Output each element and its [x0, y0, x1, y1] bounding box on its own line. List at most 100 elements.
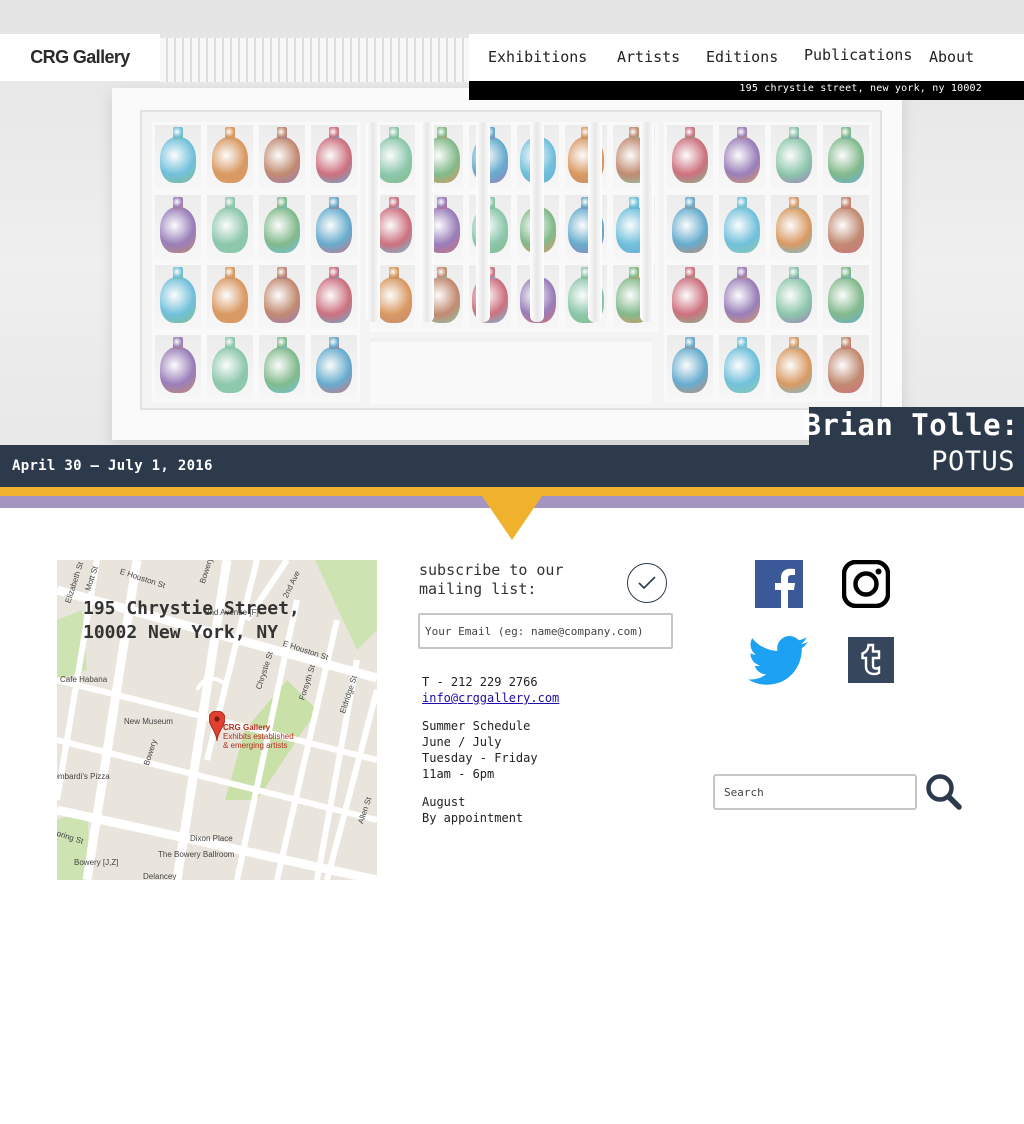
shelf-cell: [820, 192, 872, 262]
shelf-cell: [204, 332, 256, 402]
map-label: Lombardi's Pizza: [57, 772, 110, 781]
shelf-cell: [204, 122, 256, 192]
address-text: 195 chrystie street, new york, ny 10002: [739, 83, 982, 94]
checkmark-icon: [638, 576, 656, 590]
shelf-cell: [716, 122, 768, 192]
contact-info: T - 212 229 2766 info@crggallery.com Sum…: [422, 674, 559, 826]
bottle: [316, 336, 352, 393]
bottle: [776, 126, 812, 183]
shelf-cell: [204, 262, 256, 332]
shelf-cell: [716, 332, 768, 402]
subscribe-label-line2: mailing list:: [419, 580, 537, 598]
bottle: [212, 196, 248, 253]
map-label: Delancey: [143, 872, 177, 880]
search-icon[interactable]: [924, 772, 964, 812]
schedule-months: June / July: [422, 735, 502, 749]
bottle: [776, 196, 812, 253]
shelf-cell: [664, 332, 716, 402]
bottle: [264, 196, 300, 253]
map-pin-label: CRG Gallery Exhibits established & emerg…: [223, 723, 294, 750]
exhibition-subtitle[interactable]: POTUS: [931, 446, 1015, 477]
bottle: [672, 336, 708, 393]
bottle: [828, 126, 864, 183]
twitter-icon[interactable]: [748, 635, 808, 687]
shelf-cell: [716, 192, 768, 262]
bottle: [776, 266, 812, 323]
email-field[interactable]: [418, 613, 673, 649]
shelf-cell: [152, 122, 204, 192]
shelf-cell: [768, 192, 820, 262]
shelf-cell: [152, 332, 204, 402]
cabinet-column: [420, 122, 434, 322]
main-nav: Exhibitions Artists Editions Publication…: [469, 34, 1024, 81]
nav-publications[interactable]: Publications: [804, 46, 912, 64]
map-pin-desc-2: & emerging artists: [223, 741, 288, 750]
facebook-glyph: [775, 568, 795, 608]
map-label: Dixon Place: [190, 834, 233, 843]
bottle: [264, 336, 300, 393]
shelf-cell: [768, 262, 820, 332]
schedule-title: Summer Schedule: [422, 719, 531, 733]
nav-exhibitions[interactable]: Exhibitions: [488, 48, 587, 66]
exhibition-title[interactable]: Brian Tolle:: [803, 408, 1019, 442]
tumblr-icon[interactable]: [848, 637, 894, 683]
logo-text: CRG Gallery: [30, 47, 130, 67]
shelf-cell: [308, 332, 360, 402]
bottle: [316, 196, 352, 253]
bottle: [672, 266, 708, 323]
shelf-cell: [664, 122, 716, 192]
subscribe-label: subscribe to our mailing list:: [419, 561, 564, 599]
bottle: [160, 126, 196, 183]
shelf-cell: [152, 262, 204, 332]
cabinet-column: [640, 122, 654, 322]
bottle: [264, 266, 300, 323]
shelf-cell: [820, 122, 872, 192]
cabinet-balustrade: [160, 38, 470, 82]
bottle: [212, 336, 248, 393]
nav-editions[interactable]: Editions: [706, 48, 778, 66]
cabinet-columns: [358, 112, 658, 332]
nav-about[interactable]: About: [929, 48, 974, 66]
exhibition-band: April 30 — July 1, 2016: [0, 445, 1024, 487]
address-bar: 195 chrystie street, new york, ny 10002: [469, 81, 1024, 100]
shelf-cell: [256, 122, 308, 192]
schedule-hours: 11am - 6pm: [422, 767, 495, 781]
map-pin-desc-1: Exhibits established: [223, 732, 294, 741]
email-link[interactable]: info@crggallery.com: [422, 691, 559, 705]
map-label: 2nd Avenue [F]: [205, 608, 259, 617]
bottle: [672, 126, 708, 183]
nav-artists[interactable]: Artists: [617, 48, 680, 66]
august-note: By appointment: [422, 811, 524, 825]
bottle: [212, 266, 248, 323]
subscribe-submit-button[interactable]: [627, 563, 667, 603]
phone-number: T - 212 229 2766: [422, 675, 538, 689]
bottle: [160, 266, 196, 323]
bottle: [724, 196, 760, 253]
site-logo[interactable]: CRG Gallery: [0, 34, 160, 81]
cabinet-base: [370, 338, 652, 404]
shelf-cell: [256, 332, 308, 402]
bottle: [828, 336, 864, 393]
twitter-glyph: [748, 636, 808, 685]
shelf-cell: [204, 192, 256, 262]
bottle: [828, 266, 864, 323]
map-pin-title: CRG Gallery: [223, 723, 271, 732]
bottle: [724, 266, 760, 323]
shelf-cell: [768, 122, 820, 192]
shelf-cell: [768, 332, 820, 402]
shelf-cell: [308, 192, 360, 262]
map-address-line2: 10002 New York, NY: [83, 622, 279, 643]
facebook-icon[interactable]: [755, 560, 803, 608]
shelf-cell: [820, 332, 872, 402]
search-input[interactable]: [713, 774, 917, 810]
instagram-glyph: [841, 559, 891, 609]
shelf-cell: [664, 262, 716, 332]
location-map[interactable]: 195 Chrystie Street, 10002 New York, NY …: [57, 560, 377, 880]
bottle: [316, 266, 352, 323]
bottle: [160, 336, 196, 393]
bottle: [160, 196, 196, 253]
subscribe-label-line1: subscribe to our: [419, 561, 564, 579]
instagram-icon[interactable]: [841, 559, 891, 609]
orange-stripe: [0, 487, 1024, 496]
down-arrow-icon: [482, 496, 542, 540]
